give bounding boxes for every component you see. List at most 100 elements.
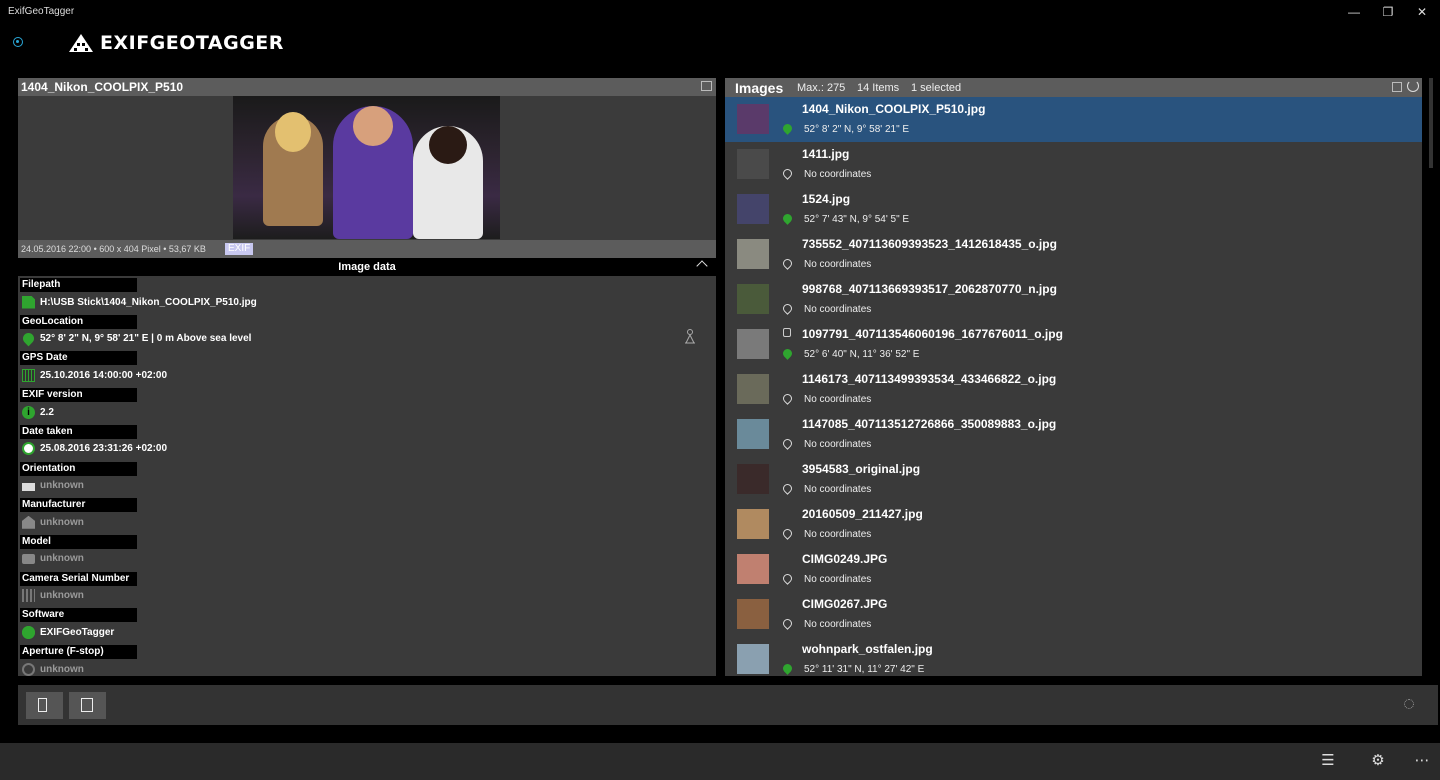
image-list-item[interactable]: CIMG0267.JPG No coordinates [725, 592, 1422, 637]
property-value-row: unknown [22, 550, 84, 568]
property-label: EXIF version [20, 388, 137, 403]
property-value-row: 25.08.2016 23:31:26 +02:00 [22, 440, 167, 458]
property-value: 25.08.2016 23:31:26 +02:00 [40, 443, 168, 455]
image-thumbnail [737, 509, 769, 539]
checklist-icon[interactable]: ☰ [1318, 752, 1338, 770]
image-data-title: Image data [338, 261, 396, 273]
restore-button[interactable]: ❐ [1378, 3, 1398, 21]
lock-icon [783, 328, 791, 337]
image-filename: 1411.jpg [802, 147, 850, 161]
exif-badge[interactable]: EXIF [225, 243, 254, 255]
image-filename: 1146173_407113499393534_433466822_o.jpg [802, 372, 1057, 386]
image-list-item[interactable]: 1097791_407113546060196_1677676011_o.jpg… [725, 322, 1422, 367]
location-pin-icon [20, 330, 37, 347]
property-value: unknown [40, 663, 84, 675]
preview-info-bar: 24.05.2016 22:00 • 600 x 404 Pixel • 53,… [18, 240, 716, 258]
image-list-item[interactable]: CIMG0249.JPG No coordinates [725, 547, 1422, 592]
app-logo: EXIFGEOTAGGER [68, 30, 284, 56]
image-coordinates: No coordinates [804, 484, 872, 495]
minimize-button[interactable]: — [1344, 3, 1364, 21]
image-thumbnail [737, 419, 769, 449]
aperture-icon [22, 662, 35, 676]
property-label: Aperture (F-stop) [20, 645, 137, 659]
refresh-icon[interactable] [1407, 80, 1419, 92]
image-thumbnail [737, 149, 769, 179]
images-selected: 1 selected [911, 82, 962, 94]
property-label: Orientation [20, 461, 137, 476]
property-value-row: EXIFGeoTagger [22, 623, 114, 641]
property-label: GeoLocation [20, 314, 137, 329]
image-list-item[interactable]: 1147085_407113512726866_350089883_o.jpg N… [725, 412, 1422, 457]
image-filename: 1404_Nikon_COOLPIX_P510.jpg [802, 102, 986, 116]
book-icon [38, 698, 47, 712]
image-coordinates: No coordinates [804, 259, 872, 270]
image-list-item[interactable]: 20160509_211427.jpg No coordinates [725, 502, 1422, 547]
property-value: unknown [40, 553, 84, 565]
property-label: Camera Serial Number [20, 571, 137, 586]
image-list-item[interactable]: 1146173_407113499393534_433466822_o.jpg N… [725, 367, 1422, 412]
image-thumbnail [737, 599, 769, 629]
open-external-icon[interactable] [701, 81, 712, 91]
location-pin-icon [781, 392, 794, 405]
close-button[interactable]: ✕ [1412, 3, 1432, 21]
location-pin-icon [781, 572, 794, 585]
image-thumbnail [737, 284, 769, 314]
image-filename: 20160509_211427.jpg [802, 507, 923, 521]
image-list-item[interactable]: 3954583_original.jpg No coordinates [725, 457, 1422, 502]
image-filename: 1147085_407113512726866_350089883_o.jpg [802, 417, 1057, 431]
image-list-item[interactable]: wohnpark_ostfalen.jpg 52° 11' 31" N, 11° … [725, 637, 1422, 676]
image-coordinates: 52° 8' 2" N, 9° 58' 21" E [804, 124, 910, 135]
images-header: Images Max.: 275 14 Items 1 selected [725, 78, 1422, 97]
property-value-row: unknown [22, 660, 84, 678]
images-max: Max.: 275 [797, 82, 846, 94]
property-label: Date taken [20, 424, 137, 439]
location-pin-icon [781, 257, 794, 270]
image-data-header[interactable]: Image data [18, 258, 716, 276]
location-pin-icon [781, 437, 794, 450]
property-value: unknown [40, 480, 84, 491]
more-icon[interactable]: ⋯ [1412, 752, 1432, 770]
location-pin-icon [781, 617, 794, 630]
image-coordinates: 52° 6' 40" N, 11° 36' 52" E [804, 349, 920, 360]
barcode-icon [22, 589, 35, 603]
property-value: H:\USB Stick\1404_Nikon_COOLPIX_P510.jpg [40, 296, 257, 308]
image-filename: 998768_407113669393517_2062870770_n.jpg [802, 282, 1057, 296]
image-thumbnail [737, 644, 769, 674]
image-filename: CIMG0249.JPG [802, 552, 888, 566]
image-thumbnail [737, 239, 769, 269]
image-coordinates: 52° 7' 43" N, 9° 54' 5" E [804, 214, 910, 225]
image-list-item[interactable]: 1404_Nikon_COOLPIX_P510.jpg 52° 8' 2" N, … [725, 97, 1422, 142]
details-panel: 1404_Nikon_COOLPIX_P510 24.05.2016 22:00… [18, 78, 716, 676]
image-list-item[interactable]: 735552_407113609393523_1412618435_o.jpg N… [725, 232, 1422, 277]
location-pin-icon [781, 662, 794, 675]
image-list-item[interactable]: 1524.jpg 52° 7' 43" N, 9° 54' 5" E [725, 187, 1422, 232]
image-filename: 735552_407113609393523_1412618435_o.jpg [802, 237, 1057, 251]
calendar-icon [22, 368, 35, 382]
save-button[interactable] [69, 692, 106, 719]
nav-toggle-icon[interactable] [13, 37, 23, 47]
location-pin-icon [781, 527, 794, 540]
image-filename: 1524.jpg [802, 192, 851, 206]
image-list-item[interactable]: 1411.jpg No coordinates [725, 142, 1422, 187]
property-value: unknown [40, 516, 84, 528]
image-list-item[interactable]: 998768_407113669393517_2062870770_n.jpg N… [725, 277, 1422, 322]
property-value: unknown [40, 590, 84, 602]
location-pin-icon [781, 347, 794, 360]
image-preview: 1404_Nikon_COOLPIX_P510 24.05.2016 22:00… [18, 78, 716, 258]
image-filename: CIMG0267.JPG [802, 597, 888, 611]
image-filename: wohnpark_ostfalen.jpg [802, 642, 933, 656]
preview-title: 1404_Nikon_COOLPIX_P510 [21, 80, 184, 94]
open-folder-button[interactable] [26, 692, 63, 719]
factory-icon [22, 515, 35, 529]
clock-icon [22, 442, 35, 456]
settings-icon[interactable]: ⚙ [1368, 752, 1388, 770]
logo-icon [69, 34, 93, 52]
image-coordinates: No coordinates [804, 304, 872, 315]
images-scrollbar[interactable] [1424, 78, 1440, 676]
property-value-row: unknown [22, 513, 84, 531]
property-value: 25.10.2016 14:00:00 +02:00 [40, 369, 168, 381]
property-value: EXIFGeoTagger [40, 626, 115, 638]
property-value-row: 52° 8' 2" N, 9° 58' 21" E | 0 m Above se… [20, 330, 251, 348]
select-all-checkbox[interactable] [1392, 82, 1402, 92]
survey-map-icon[interactable] [683, 328, 697, 344]
